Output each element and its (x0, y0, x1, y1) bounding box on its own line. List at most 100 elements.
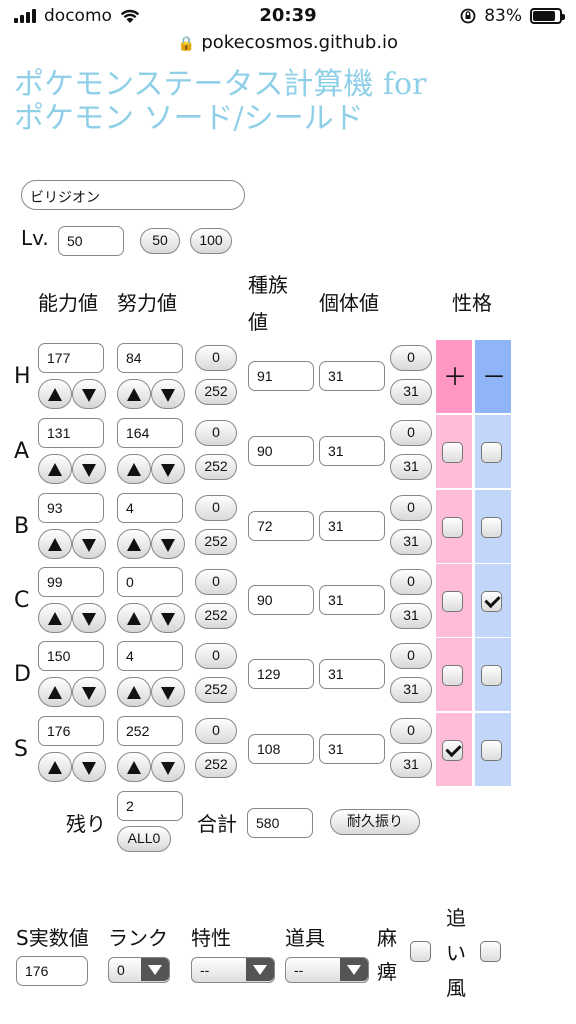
ev-input[interactable]: 0 (117, 567, 183, 597)
iv-input[interactable]: 31 (319, 436, 385, 466)
ev-zero-button[interactable]: 0 (195, 495, 237, 521)
decrement-button[interactable] (72, 454, 106, 484)
speed-label: S実数値 (16, 926, 89, 950)
base-stat-input[interactable]: 129 (248, 659, 314, 689)
iv-zero-button[interactable]: 0 (390, 495, 432, 521)
ev-max-button[interactable]: 252 (195, 379, 237, 405)
ev-max-button[interactable]: 252 (195, 677, 237, 703)
nature-plus-checkbox[interactable] (442, 591, 463, 612)
iv-max-button[interactable]: 31 (390, 529, 432, 555)
base-stat-input[interactable]: 90 (248, 585, 314, 615)
iv-max-button[interactable]: 31 (390, 752, 432, 778)
decrement-button[interactable] (151, 454, 185, 484)
nature-plus-checkbox[interactable] (442, 740, 463, 761)
pokemon-name-input[interactable]: ビリジオン (21, 180, 245, 210)
increment-button[interactable] (38, 454, 72, 484)
stat-value-input[interactable]: 177 (38, 343, 104, 373)
iv-zero-button[interactable]: 0 (390, 718, 432, 744)
ability-select[interactable]: -- (191, 957, 275, 983)
base-stat-input[interactable]: 108 (248, 734, 314, 764)
increment-button[interactable] (117, 379, 151, 409)
increment-button[interactable] (117, 454, 151, 484)
stat-stepper (38, 454, 106, 484)
decrement-button[interactable] (72, 379, 106, 409)
nature-minus-checkbox[interactable] (481, 665, 502, 686)
ev-zero-button[interactable]: 0 (195, 643, 237, 669)
iv-max-button[interactable]: 31 (390, 603, 432, 629)
nature-minus-checkbox[interactable] (481, 442, 502, 463)
increment-button[interactable] (117, 677, 151, 707)
decrement-button[interactable] (151, 677, 185, 707)
decrement-button[interactable] (72, 752, 106, 782)
increment-button[interactable] (38, 529, 72, 559)
increment-button[interactable] (117, 529, 151, 559)
increment-button[interactable] (117, 603, 151, 633)
increment-button[interactable] (117, 752, 151, 782)
triangle-up-icon (127, 686, 141, 699)
increment-button[interactable] (38, 752, 72, 782)
stat-value-input[interactable]: 93 (38, 493, 104, 523)
nature-plus-checkbox[interactable] (442, 517, 463, 538)
iv-zero-button[interactable]: 0 (390, 345, 432, 371)
level-input[interactable]: 50 (58, 226, 124, 256)
decrement-button[interactable] (151, 379, 185, 409)
decrement-button[interactable] (72, 603, 106, 633)
iv-max-button[interactable]: 31 (390, 379, 432, 405)
iv-max-button[interactable]: 31 (390, 677, 432, 703)
stat-value-input[interactable]: 131 (38, 418, 104, 448)
url-bar[interactable]: 🔒 pokecosmos.github.io (0, 32, 576, 58)
speed-value-input[interactable]: 176 (16, 956, 88, 986)
ev-input[interactable]: 164 (117, 418, 183, 448)
rank-select[interactable]: 0 (108, 957, 170, 983)
stat-value-input[interactable]: 99 (38, 567, 104, 597)
iv-input[interactable]: 31 (319, 659, 385, 689)
tailwind-label-3: 風 (446, 976, 466, 1000)
ev-max-button[interactable]: 252 (195, 454, 237, 480)
nature-minus-checkbox[interactable] (481, 591, 502, 612)
paralysis-checkbox[interactable] (410, 941, 431, 962)
ev-zero-button[interactable]: 0 (195, 718, 237, 744)
ev-zero-button[interactable]: 0 (195, 569, 237, 595)
nature-plus-checkbox[interactable] (442, 665, 463, 686)
nature-minus-checkbox[interactable] (481, 740, 502, 761)
iv-max-button[interactable]: 31 (390, 454, 432, 480)
base-stat-input[interactable]: 91 (248, 361, 314, 391)
item-select[interactable]: -- (285, 957, 369, 983)
increment-button[interactable] (38, 603, 72, 633)
decrement-button[interactable] (151, 752, 185, 782)
base-stat-input[interactable]: 72 (248, 511, 314, 541)
all0-button[interactable]: ALL0 (117, 826, 171, 852)
tailwind-checkbox[interactable] (480, 941, 501, 962)
iv-input[interactable]: 31 (319, 585, 385, 615)
decrement-button[interactable] (151, 529, 185, 559)
ev-input[interactable]: 252 (117, 716, 183, 746)
decrement-button[interactable] (72, 677, 106, 707)
ev-zero-button[interactable]: 0 (195, 420, 237, 446)
bulk-ev-button[interactable]: 耐久振り (330, 809, 420, 835)
increment-button[interactable] (38, 677, 72, 707)
iv-zero-button[interactable]: 0 (390, 420, 432, 446)
triangle-up-icon (127, 761, 141, 774)
nature-minus-checkbox[interactable] (481, 517, 502, 538)
decrement-button[interactable] (72, 529, 106, 559)
level-100-button[interactable]: 100 (190, 228, 232, 254)
ev-input[interactable]: 4 (117, 641, 183, 671)
ev-input[interactable]: 84 (117, 343, 183, 373)
iv-input[interactable]: 31 (319, 361, 385, 391)
nature-plus-checkbox[interactable] (442, 442, 463, 463)
base-stat-input[interactable]: 90 (248, 436, 314, 466)
ev-zero-button[interactable]: 0 (195, 345, 237, 371)
decrement-button[interactable] (151, 603, 185, 633)
stat-value-input[interactable]: 176 (38, 716, 104, 746)
increment-button[interactable] (38, 379, 72, 409)
iv-zero-button[interactable]: 0 (390, 569, 432, 595)
level-50-button[interactable]: 50 (140, 228, 180, 254)
iv-input[interactable]: 31 (319, 511, 385, 541)
ev-max-button[interactable]: 252 (195, 752, 237, 778)
iv-input[interactable]: 31 (319, 734, 385, 764)
iv-zero-button[interactable]: 0 (390, 643, 432, 669)
ev-max-button[interactable]: 252 (195, 603, 237, 629)
ev-max-button[interactable]: 252 (195, 529, 237, 555)
stat-value-input[interactable]: 150 (38, 641, 104, 671)
ev-input[interactable]: 4 (117, 493, 183, 523)
